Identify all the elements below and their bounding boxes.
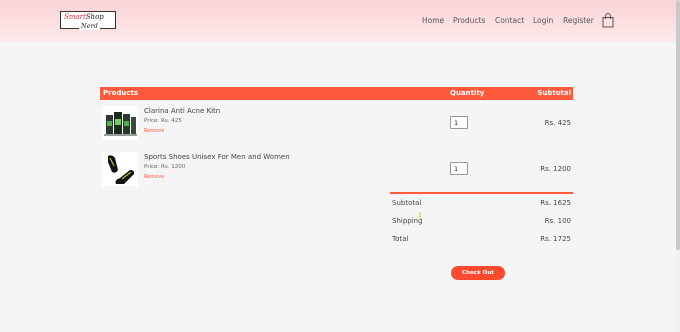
shopping-bag-icon[interactable] [602, 13, 614, 28]
header-quantity: Quantity [450, 89, 485, 97]
quantity-input[interactable] [450, 162, 468, 175]
site-header: SmartShop Nerd Home Products Contact Log… [0, 0, 676, 42]
nav-login[interactable]: Login [533, 16, 553, 25]
subtotal-value: Rs. 1625 [540, 199, 571, 207]
remove-link[interactable]: Remove [144, 174, 164, 180]
header-subtotal: Subtotal [537, 89, 571, 97]
product-price: Price: Rs. 1200 [144, 164, 186, 170]
product-name[interactable]: Sports Shoes Unisex For Men and Women [144, 153, 290, 161]
scrollbar-thumb[interactable] [676, 0, 680, 250]
page-scrollbar[interactable] [676, 0, 680, 332]
cart-table-header: Products Quantity Subtotal [100, 87, 573, 100]
text-cursor-icon [419, 212, 421, 220]
quantity-input[interactable] [450, 116, 468, 129]
checkout-button[interactable]: Check Out [451, 266, 505, 280]
header-products: Products [103, 89, 139, 97]
nav-contact[interactable]: Contact [495, 16, 524, 25]
nav-register[interactable]: Register [563, 16, 594, 25]
total-label: Total [392, 235, 409, 243]
row-subtotal: Rs. 425 [544, 119, 571, 127]
cart-row: Sports Shoes Unisex For Men and Women Pr… [100, 150, 573, 190]
cart-row: Clarina Anti Acne Kitn Price: Rs. 425 Re… [100, 104, 573, 144]
total-value: Rs. 1725 [540, 235, 571, 243]
shipping-label: Shipping [392, 217, 423, 225]
totals-divider [390, 192, 573, 194]
nav-products[interactable]: Products [453, 16, 485, 25]
main-nav: Home Products Contact Login Register [0, 16, 676, 28]
row-subtotal: Rs. 1200 [540, 165, 571, 173]
product-price: Price: Rs. 425 [144, 118, 182, 124]
remove-link[interactable]: Remove [144, 128, 164, 134]
skincare-product-image [102, 106, 138, 140]
product-name[interactable]: Clarina Anti Acne Kitn [144, 107, 220, 115]
nav-home[interactable]: Home [422, 16, 444, 25]
subtotal-label: Subtotal [392, 199, 422, 207]
shoes-product-image [102, 152, 138, 186]
shipping-value: Rs. 100 [544, 217, 571, 225]
